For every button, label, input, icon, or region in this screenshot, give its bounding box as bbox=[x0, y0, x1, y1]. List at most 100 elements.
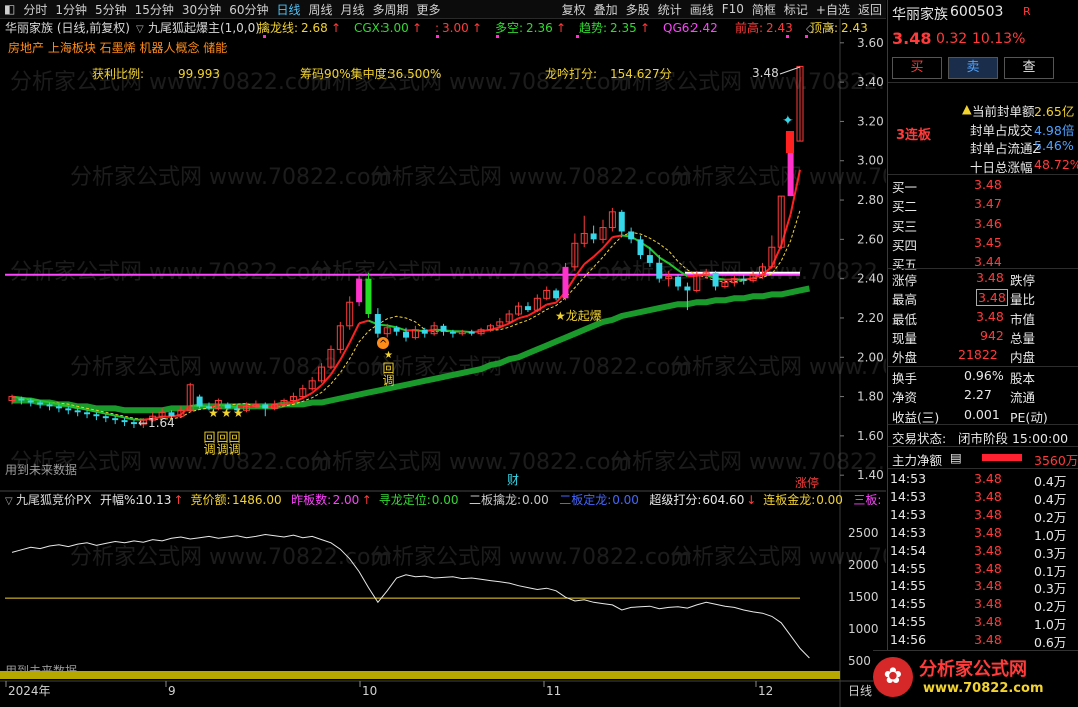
sub-indicator-name: 九尾狐竞价PX bbox=[16, 493, 91, 507]
header-item-value: 2.68 bbox=[301, 21, 328, 35]
signal-dot bbox=[496, 35, 499, 38]
x-tick-label: 10 bbox=[362, 684, 377, 698]
signal-dot bbox=[263, 35, 266, 38]
header-item-arrow: ↑ bbox=[412, 21, 422, 35]
candle-body bbox=[393, 327, 400, 332]
sub-y-tick-label: 500 bbox=[848, 654, 871, 668]
trend-line-seg bbox=[358, 319, 369, 325]
tool-button-6[interactable]: 简框 bbox=[748, 1, 780, 18]
candle-body bbox=[196, 396, 203, 407]
tool-button-7[interactable]: 标记 bbox=[780, 1, 812, 18]
tool-button-8[interactable]: +自选 bbox=[812, 1, 854, 18]
trend-line-seg bbox=[780, 213, 792, 246]
tool-button-2[interactable]: 多股 bbox=[622, 1, 654, 18]
candle-body bbox=[55, 406, 62, 409]
sub-item-label: 昨板数: bbox=[291, 492, 331, 507]
candle-body bbox=[102, 416, 109, 419]
kline-chart[interactable]: 分析家公式网 www.70822.com 分析家公式网 www.70822.com… bbox=[0, 19, 886, 707]
candle-body bbox=[374, 314, 381, 334]
period-tab-5[interactable]: 60分钟 bbox=[225, 1, 272, 18]
quote-label: 现量 bbox=[892, 330, 918, 346]
panel-divider bbox=[888, 446, 1078, 447]
quote-value: 0.96% bbox=[964, 368, 1004, 383]
candle-body bbox=[84, 412, 91, 415]
bid-label: 买二 bbox=[892, 199, 918, 215]
quote-value: 3.48 bbox=[976, 308, 1004, 324]
header-item-label: QG6: bbox=[663, 21, 693, 35]
watermark-text: 分析家公式网 www.70822.com bbox=[670, 165, 886, 190]
signal-band bbox=[0, 671, 840, 679]
y-tick-label: 2.40 bbox=[857, 272, 884, 286]
tool-button-1[interactable]: 叠加 bbox=[590, 1, 622, 18]
trend-line-seg bbox=[508, 317, 520, 325]
buy-button[interactable]: 买 bbox=[892, 57, 942, 79]
period-tab-7[interactable]: 周线 bbox=[305, 1, 337, 18]
sub-item-arrow: ↓ bbox=[746, 493, 756, 507]
tool-button-4[interactable]: 画线 bbox=[686, 1, 718, 18]
quote-value: 3.48 bbox=[976, 270, 1004, 285]
period-tab-2[interactable]: 5分钟 bbox=[91, 1, 131, 18]
tool-button-3[interactable]: 统计 bbox=[654, 1, 686, 18]
bid-price: 3.44 bbox=[974, 254, 1002, 270]
period-toolbar: ◧ 分时 1分钟 5分钟 15分钟 30分钟 60分钟 日线 周线 月线 多周期 更多 复权 叠加 多股 统计… bbox=[0, 0, 886, 19]
trend-line-seg bbox=[592, 247, 604, 258]
y-tick-label: 3.20 bbox=[857, 114, 884, 128]
y-tick-label: 1.40 bbox=[857, 468, 884, 482]
period-tab-1[interactable]: 1分钟 bbox=[51, 1, 91, 18]
header-item-arrow: ↑ bbox=[640, 21, 650, 35]
sub-item-value: 0.00 bbox=[432, 493, 459, 507]
tool-button-0[interactable]: 复权 bbox=[558, 1, 590, 18]
period-tab-10[interactable]: 更多 bbox=[413, 1, 445, 18]
tool-button-5[interactable]: F10 bbox=[718, 2, 748, 16]
period-tab-3[interactable]: 15分钟 bbox=[131, 1, 178, 18]
header-item-label: 擒龙线: bbox=[258, 20, 298, 35]
brand-name: 分析家公式网 bbox=[919, 659, 1027, 680]
header-item-label: 前高: bbox=[735, 20, 763, 35]
candle-body bbox=[65, 408, 72, 411]
signal-dot bbox=[805, 35, 808, 38]
candle-body bbox=[74, 410, 81, 413]
stock-code: 600503 bbox=[950, 4, 1004, 20]
pullback-callout: 回调 bbox=[381, 362, 395, 386]
toolbar-menu-icon[interactable]: ◧ bbox=[0, 2, 19, 16]
seal-value: 48.72% bbox=[1034, 156, 1078, 172]
candle-body bbox=[628, 231, 635, 240]
panel-divider bbox=[888, 468, 1078, 469]
candle-body bbox=[112, 418, 119, 421]
header-item-label: 趋势: bbox=[579, 21, 607, 35]
tick-time: 14:55 bbox=[890, 614, 927, 630]
chip-value: 36.500% bbox=[388, 67, 441, 81]
price-tag: 3.48 bbox=[752, 66, 779, 80]
sub-item-label: 连板金龙: bbox=[763, 492, 815, 507]
period-tab-4[interactable]: 30分钟 bbox=[178, 1, 225, 18]
sub-item-label: 寻龙定位: bbox=[379, 492, 431, 507]
future-data-warning: 用到未来数据 bbox=[5, 462, 77, 477]
trend-line-seg bbox=[527, 309, 538, 317]
sell-button[interactable]: 卖 bbox=[948, 57, 998, 79]
query-button[interactable]: 查 bbox=[1004, 57, 1054, 79]
candle-body bbox=[262, 404, 269, 409]
tick-price: 3.48 bbox=[974, 524, 1002, 540]
bid-label: 买四 bbox=[892, 237, 918, 253]
header-toggle-icon: ▽ bbox=[136, 24, 144, 35]
tick-price: 3.48 bbox=[974, 488, 1002, 504]
period-tab-0[interactable]: 分时 bbox=[19, 1, 51, 18]
candle-body bbox=[18, 398, 25, 401]
bid-price: 3.45 bbox=[974, 234, 1002, 250]
header-item-value: 2.42 bbox=[691, 21, 718, 35]
watermark-text: 分析家公式网 www.70822.com bbox=[670, 355, 886, 380]
tool-button-9[interactable]: 返回 bbox=[854, 1, 886, 18]
tick-price: 3.48 bbox=[974, 560, 1002, 576]
quote-label-2: 总量 bbox=[1010, 330, 1036, 346]
header-item-value: 2.35 bbox=[610, 21, 637, 35]
period-tab-6[interactable]: 日线 bbox=[272, 1, 304, 18]
quote-label: 换手 bbox=[892, 371, 918, 386]
candle-body bbox=[675, 276, 682, 287]
candle-body bbox=[130, 422, 137, 425]
period-tab-8[interactable]: 月线 bbox=[337, 1, 369, 18]
panel-divider bbox=[888, 366, 1078, 367]
quote-label: 收益(三) bbox=[892, 409, 940, 425]
bid-price: 3.48 bbox=[974, 177, 1002, 192]
period-tab-9[interactable]: 多周期 bbox=[369, 1, 413, 18]
dragon-value: 154.627分 bbox=[610, 67, 672, 81]
